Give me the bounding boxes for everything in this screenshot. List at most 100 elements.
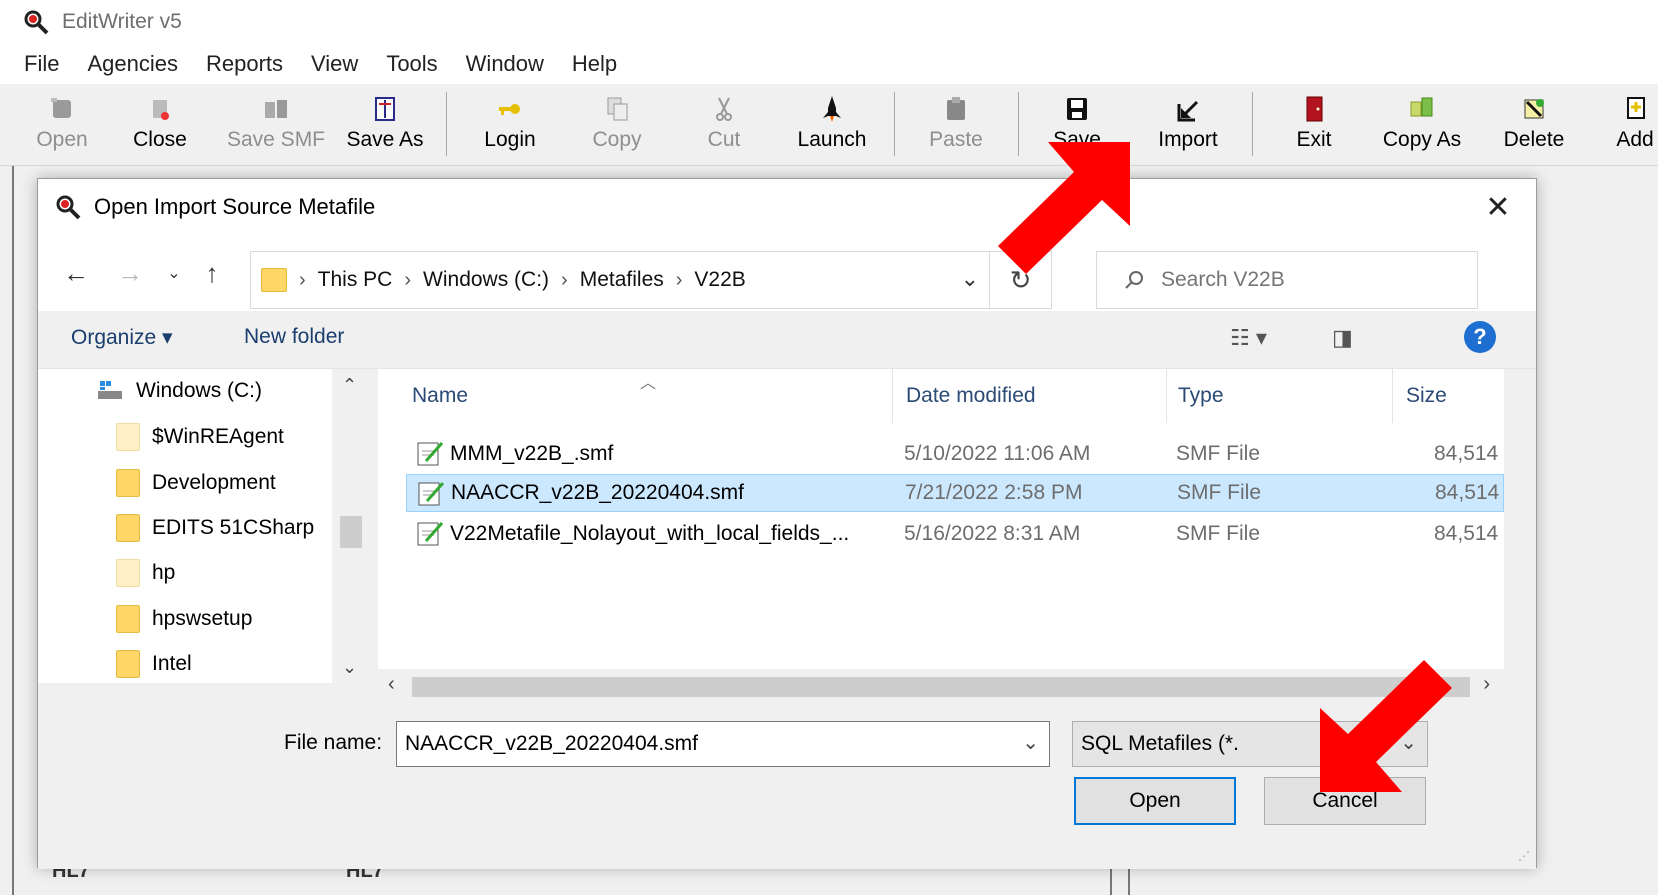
scrollbar-thumb[interactable] (340, 516, 362, 548)
rocket-icon (823, 96, 841, 122)
file-type: SMF File (1176, 442, 1260, 465)
column-header-date-modified[interactable]: Date modified (906, 369, 1156, 423)
new-folder-button[interactable]: New folder (244, 325, 344, 349)
door-icon (1306, 96, 1323, 122)
menu-file[interactable]: File (10, 47, 73, 81)
navigation-pane: Windows (C:) $WinREAgent Development EDI… (38, 369, 332, 683)
file-date: 5/10/2022 11:06 AM (904, 442, 1091, 465)
menu-window[interactable]: Window (452, 47, 558, 81)
breadcrumb-v22b[interactable]: V22B (694, 268, 745, 292)
toolbar-separator (446, 92, 447, 156)
column-separator (1166, 369, 1167, 423)
tree-item-hp[interactable]: hp (116, 551, 332, 595)
folder-icon (116, 605, 140, 633)
smf-file-icon (418, 482, 445, 506)
delete-icon (1524, 99, 1544, 119)
scroll-down-icon[interactable]: ⌄ (342, 657, 357, 678)
folder-icon (116, 423, 140, 451)
open-button[interactable]: Open (1074, 777, 1236, 825)
tree-item-winreagent[interactable]: $WinREAgent (116, 415, 332, 459)
toolbar-login-button[interactable]: Login (474, 88, 546, 162)
toolbar-import-button[interactable]: Import (1148, 88, 1228, 162)
recent-locations-chevron-icon[interactable]: ⌄ (156, 253, 192, 293)
folder-icon (116, 650, 140, 678)
navigation-pane-scrollbar[interactable]: ⌃ ⌄ (332, 369, 370, 683)
smf-file-icon (417, 522, 444, 546)
file-name-input[interactable] (405, 732, 1005, 756)
scroll-right-icon[interactable]: › (1483, 673, 1490, 696)
chevron-down-icon[interactable]: ⌄ (961, 266, 979, 292)
menu-agencies[interactable]: Agencies (73, 47, 192, 81)
file-row-selected[interactable]: NAACCR_v22B_20220404.smf 7/21/2022 2:58 … (406, 474, 1504, 512)
file-name-combobox[interactable]: ⌄ (396, 721, 1050, 767)
toolbar-add-button[interactable]: Add (1612, 88, 1658, 162)
editwriter-logo-icon (24, 10, 49, 35)
scroll-up-icon[interactable]: ⌃ (342, 375, 357, 396)
toolbar-copy-button[interactable]: Copy (584, 88, 650, 162)
dialog-title-bar: Open Import Source Metafile ✕ (38, 179, 1536, 235)
organize-menu[interactable]: Organize ▾ (71, 325, 173, 350)
back-arrow-icon[interactable]: ← (58, 253, 94, 293)
scroll-left-icon[interactable]: ‹ (388, 673, 395, 696)
folder-icon (116, 469, 140, 497)
toolbar-open-button[interactable]: Open (30, 88, 94, 162)
address-bar[interactable]: › This PC › Windows (C:) › Metafiles › V… (250, 251, 990, 309)
file-name: MMM_v22B_.smf (450, 442, 614, 465)
breadcrumb-windows-c[interactable]: Windows (C:) (423, 268, 549, 292)
toolbar-close-button[interactable]: Close (128, 88, 192, 162)
key-icon (499, 104, 520, 115)
file-size: 84,514 (1434, 442, 1499, 465)
preview-pane-icon[interactable]: ◨ (1332, 325, 1353, 351)
menu-help[interactable]: Help (558, 47, 631, 81)
folder-icon (116, 514, 140, 542)
menu-reports[interactable]: Reports (192, 47, 297, 81)
file-name: NAACCR_v22B_20220404.smf (451, 481, 744, 504)
file-name-label: File name: (284, 731, 383, 754)
file-date: 5/16/2022 8:31 AM (904, 522, 1081, 545)
save-as-icon (375, 97, 395, 121)
toolbar-copy-as-button[interactable]: Copy As (1376, 88, 1468, 162)
help-icon[interactable]: ? (1464, 321, 1496, 353)
toolbar-delete-button[interactable]: Delete (1494, 88, 1574, 162)
tree-item-hpswsetup[interactable]: hpswsetup (116, 597, 332, 641)
file-size: 84,514 (1434, 522, 1499, 545)
chevron-down-icon[interactable]: ⌄ (1022, 730, 1039, 755)
column-header-type[interactable]: Type (1178, 369, 1378, 423)
save-smf-icon (265, 100, 287, 118)
search-box[interactable] (1096, 251, 1478, 309)
column-header-size[interactable]: Size (1406, 369, 1496, 423)
tree-item-development[interactable]: Development (116, 461, 332, 505)
toolbar-launch-button[interactable]: Launch (790, 88, 874, 162)
file-name: V22Metafile_Nolayout_with_local_fields_.… (450, 522, 850, 545)
toolbar-save-as-button[interactable]: Save As (340, 88, 430, 162)
dialog-title: Open Import Source Metafile (94, 194, 376, 219)
resize-grip-icon[interactable]: ⋰ (1518, 849, 1530, 863)
annotation-arrow-to-import (998, 142, 1130, 274)
file-row[interactable]: MMM_v22B_.smf 5/10/2022 11:06 AM SMF Fil… (406, 435, 1504, 473)
toolbar-cut-button[interactable]: Cut (696, 88, 752, 162)
toolbar-save-smf-button[interactable]: Save SMF (224, 88, 328, 162)
annotation-arrow-to-open (1320, 660, 1452, 792)
column-header-name[interactable]: Name (412, 369, 882, 423)
app-title-bar: EditWriter v5 (0, 0, 1658, 44)
toolbar-paste-button[interactable]: Paste (922, 88, 990, 162)
dialog-close-button[interactable]: ✕ (1480, 189, 1516, 225)
tree-item-windows-c[interactable]: Windows (C:) (96, 369, 332, 413)
toolbar-exit-button[interactable]: Exit (1284, 88, 1344, 162)
tree-item-edits-51csharp[interactable]: EDITS 51CSharp (116, 506, 332, 550)
breadcrumb-separator: › (675, 268, 683, 291)
copy-icon (607, 97, 628, 121)
view-options-icon[interactable]: ☷ ▾ (1230, 325, 1267, 351)
menu-view[interactable]: View (297, 47, 372, 81)
breadcrumb-metafiles[interactable]: Metafiles (580, 268, 664, 292)
search-input[interactable] (1161, 268, 1461, 292)
dialog-nav-bar: ← → ⌄ ↑ › This PC › Windows (C:) › Metaf… (38, 235, 1536, 311)
breadcrumb-this-pc[interactable]: This PC (318, 268, 393, 292)
menu-tools[interactable]: Tools (372, 47, 451, 81)
up-arrow-icon[interactable]: ↑ (194, 253, 230, 293)
app-title: EditWriter v5 (62, 10, 182, 33)
file-row[interactable]: V22Metafile_Nolayout_with_local_fields_.… (406, 515, 1504, 553)
floppy-icon (1067, 98, 1087, 120)
tree-item-intel[interactable]: Intel (116, 642, 332, 683)
forward-arrow-icon[interactable]: → (112, 253, 148, 293)
